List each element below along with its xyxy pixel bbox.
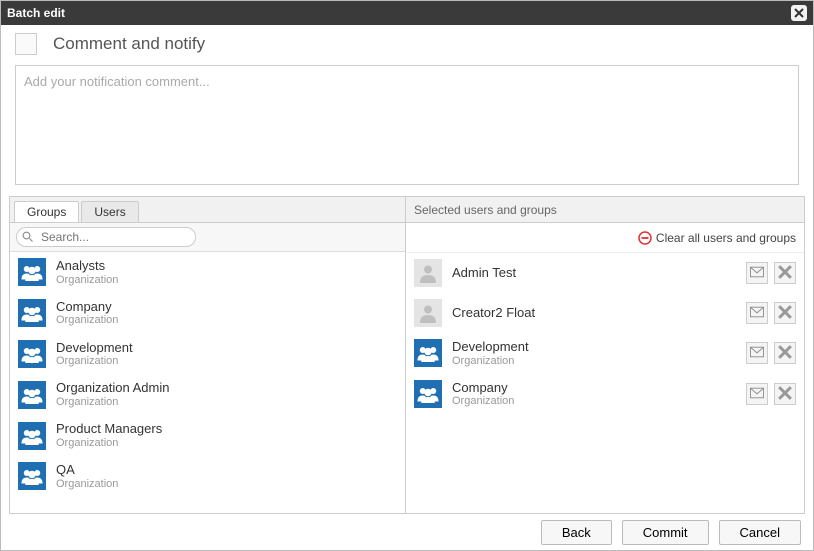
titlebar: Batch edit [1, 1, 813, 25]
item-sub: Organization [56, 396, 397, 409]
dialog-footer: Back Commit Cancel [1, 514, 813, 550]
item-name: QA [56, 462, 397, 478]
group-icon [414, 380, 442, 408]
item-sub: Organization [452, 395, 736, 408]
remove-button[interactable] [774, 302, 796, 324]
selected-item: Creator2 Float [406, 293, 804, 333]
close-icon [794, 8, 804, 18]
tab-users[interactable]: Users [81, 201, 138, 222]
list-item[interactable]: DevelopmentOrganization [10, 334, 405, 375]
item-sub: Organization [452, 355, 736, 368]
item-sub: Organization [56, 437, 397, 450]
remove-circle-icon [638, 231, 652, 245]
group-icon [18, 462, 46, 490]
item-name: Product Managers [56, 421, 397, 437]
list-item[interactable]: AnalystsOrganization [10, 252, 405, 293]
group-icon [18, 422, 46, 450]
selected-item: Admin Test [406, 253, 804, 293]
remove-icon [778, 386, 792, 403]
comment-textarea[interactable] [15, 65, 799, 185]
remove-icon [778, 345, 792, 362]
mail-icon [750, 386, 764, 403]
mail-icon [750, 265, 764, 282]
tabs-row: Groups Users [10, 197, 405, 223]
clear-all-link[interactable]: Clear all users and groups [638, 231, 796, 245]
available-list: AnalystsOrganizationCompanyOrganizationD… [10, 252, 405, 513]
window-title: Batch edit [7, 6, 65, 20]
mail-button[interactable] [746, 262, 768, 284]
remove-button[interactable] [774, 342, 796, 364]
group-icon [18, 299, 46, 327]
selected-panel-header: Selected users and groups [406, 197, 804, 223]
mail-button[interactable] [746, 302, 768, 324]
selected-list: Admin TestCreator2 FloatDevelopmentOrgan… [406, 253, 804, 513]
clear-all-label: Clear all users and groups [656, 231, 796, 245]
section-title: Comment and notify [53, 34, 205, 54]
back-button[interactable]: Back [541, 520, 612, 545]
mail-button[interactable] [746, 383, 768, 405]
item-name: Organization Admin [56, 380, 397, 396]
user-icon [414, 299, 442, 327]
selected-item: CompanyOrganization [406, 374, 804, 415]
user-icon [414, 259, 442, 287]
close-button[interactable] [791, 5, 807, 21]
mail-button[interactable] [746, 342, 768, 364]
search-icon [22, 231, 34, 243]
remove-button[interactable] [774, 383, 796, 405]
item-sub: Organization [56, 314, 397, 327]
remove-icon [778, 305, 792, 322]
item-name: Development [452, 339, 736, 355]
item-sub: Organization [56, 355, 397, 368]
list-item[interactable]: Product ManagersOrganization [10, 415, 405, 456]
mail-icon [750, 305, 764, 322]
item-name: Company [452, 380, 736, 396]
commit-button[interactable]: Commit [622, 520, 709, 545]
group-icon [414, 339, 442, 367]
item-name: Development [56, 340, 397, 356]
item-name: Analysts [56, 258, 397, 274]
group-icon [18, 258, 46, 286]
list-item[interactable]: QAOrganization [10, 456, 405, 497]
item-name: Admin Test [452, 265, 736, 281]
search-input[interactable] [16, 227, 196, 247]
group-icon [18, 381, 46, 409]
item-name: Creator2 Float [452, 305, 736, 321]
notify-checkbox[interactable] [15, 33, 37, 55]
mail-icon [750, 345, 764, 362]
remove-button[interactable] [774, 262, 796, 284]
item-name: Company [56, 299, 397, 315]
selected-item: DevelopmentOrganization [406, 333, 804, 374]
remove-icon [778, 265, 792, 282]
list-item[interactable]: Organization AdminOrganization [10, 374, 405, 415]
group-icon [18, 340, 46, 368]
list-item[interactable]: CompanyOrganization [10, 293, 405, 334]
cancel-button[interactable]: Cancel [719, 520, 801, 545]
item-sub: Organization [56, 478, 397, 491]
tab-groups[interactable]: Groups [14, 201, 79, 222]
item-sub: Organization [56, 274, 397, 287]
